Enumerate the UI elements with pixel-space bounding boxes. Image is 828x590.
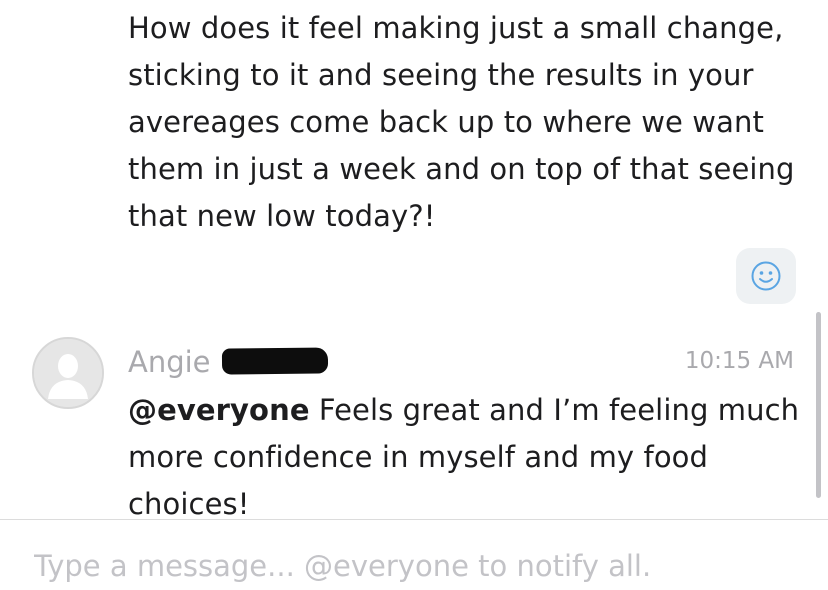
message-composer <box>0 519 828 590</box>
avatar[interactable] <box>32 337 104 409</box>
message-input[interactable] <box>34 542 814 590</box>
everyone-mention[interactable]: @everyone <box>128 393 310 427</box>
previous-message-text: How does it feel making just a small cha… <box>128 11 795 233</box>
add-reaction-button[interactable] <box>736 248 796 304</box>
smiley-face-icon <box>751 261 781 291</box>
scrollbar[interactable] <box>816 312 821 498</box>
message-timestamp: 10:15 AM <box>684 348 794 374</box>
default-user-icon <box>34 339 102 407</box>
current-message-body: @everyone Feels great and I’m feeling mu… <box>128 387 800 528</box>
redaction-mark <box>221 347 329 375</box>
message-author[interactable]: Angie <box>128 342 211 382</box>
